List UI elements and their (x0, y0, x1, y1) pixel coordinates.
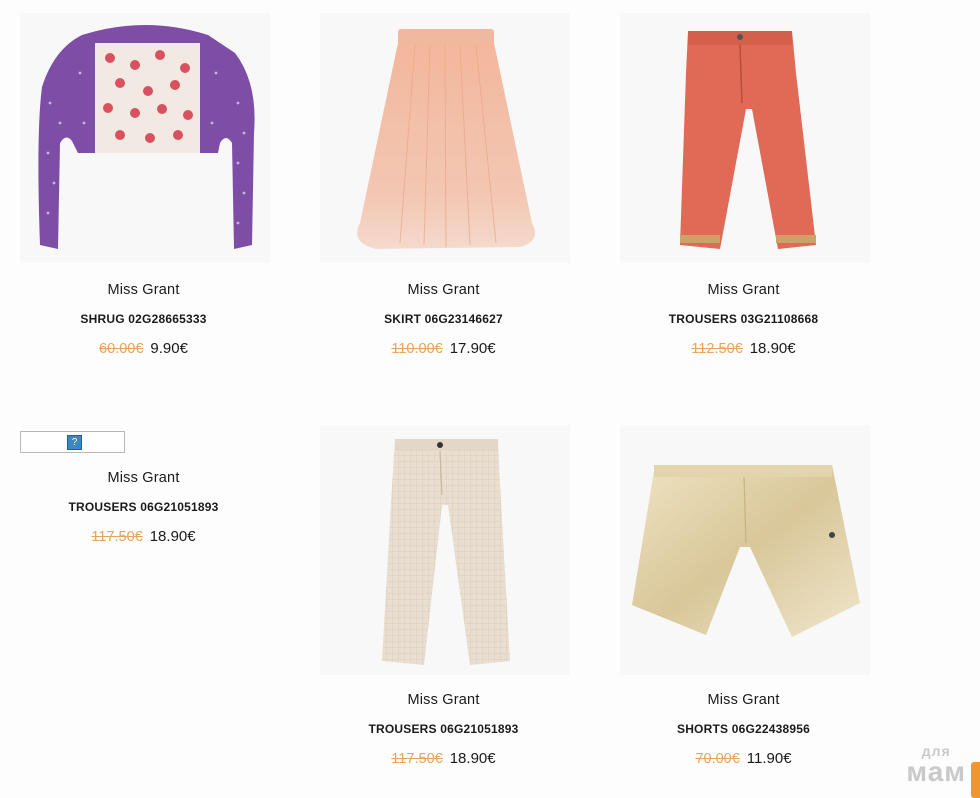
sale-price: 18.90€ (449, 750, 496, 767)
product-card[interactable]: ? Miss Grant TROUSERS 06G21051893 117.50… (0, 420, 300, 560)
product-card[interactable]: Miss Grant SHORTS 06G22438956 70.00€ 11.9… (600, 420, 900, 790)
watermark-line2: мам (906, 756, 966, 787)
sale-price: 18.90€ (149, 528, 196, 545)
product-image[interactable] (320, 425, 570, 675)
old-price: 117.50€ (391, 751, 443, 767)
product-brand: Miss Grant (707, 692, 780, 708)
sale-price: 18.90€ (749, 340, 796, 357)
product-title[interactable]: TROUSERS 06G21051893 (0, 500, 287, 514)
product-image[interactable] (620, 425, 870, 675)
product-prices: 112.50€ 18.90€ (600, 340, 887, 357)
product-image[interactable] (20, 13, 270, 263)
product-card[interactable]: Miss Grant TROUSERS 03G21108668 112.50€ 1… (600, 0, 900, 370)
sale-price: 17.90€ (449, 340, 496, 357)
product-prices: 117.50€ 18.90€ (300, 750, 587, 767)
sale-price: 11.90€ (746, 750, 792, 767)
product-title[interactable]: TROUSERS 06G21051893 (300, 722, 587, 736)
watermark-logo: для мам (906, 744, 966, 786)
product-prices: 110.00€ 17.90€ (300, 340, 587, 357)
broken-image[interactable]: ? (20, 431, 125, 453)
product-image[interactable] (620, 13, 870, 263)
product-prices: 60.00€ 9.90€ (0, 340, 287, 357)
product-brand: Miss Grant (407, 282, 480, 298)
broken-image-icon: ? (67, 435, 82, 450)
product-card[interactable]: Miss Grant TROUSERS 06G21051893 117.50€ 1… (300, 420, 600, 790)
product-card[interactable]: Miss Grant SKIRT 06G23146627 110.00€ 17.9… (300, 0, 600, 370)
product-image[interactable] (320, 13, 570, 263)
old-price: 112.50€ (691, 341, 743, 357)
product-title[interactable]: TROUSERS 03G21108668 (600, 312, 887, 326)
product-title[interactable]: SHRUG 02G28665333 (0, 312, 287, 326)
old-price: 60.00€ (99, 341, 144, 357)
sale-price: 9.90€ (150, 340, 188, 357)
old-price: 110.00€ (391, 341, 443, 357)
product-brand: Miss Grant (707, 282, 780, 298)
product-prices: 70.00€ 11.90€ (600, 750, 887, 767)
product-brand: Miss Grant (107, 470, 180, 486)
product-title[interactable]: SHORTS 06G22438956 (600, 722, 887, 736)
product-prices: 117.50€ 18.90€ (0, 528, 287, 545)
product-card[interactable]: Miss Grant SHRUG 02G28665333 60.00€ 9.90€ (0, 0, 300, 370)
old-price: 70.00€ (695, 751, 740, 767)
product-brand: Miss Grant (107, 282, 180, 298)
side-tab[interactable] (971, 762, 980, 798)
product-title[interactable]: SKIRT 06G23146627 (300, 312, 587, 326)
product-brand: Miss Grant (407, 692, 480, 708)
old-price: 117.50€ (91, 529, 143, 545)
